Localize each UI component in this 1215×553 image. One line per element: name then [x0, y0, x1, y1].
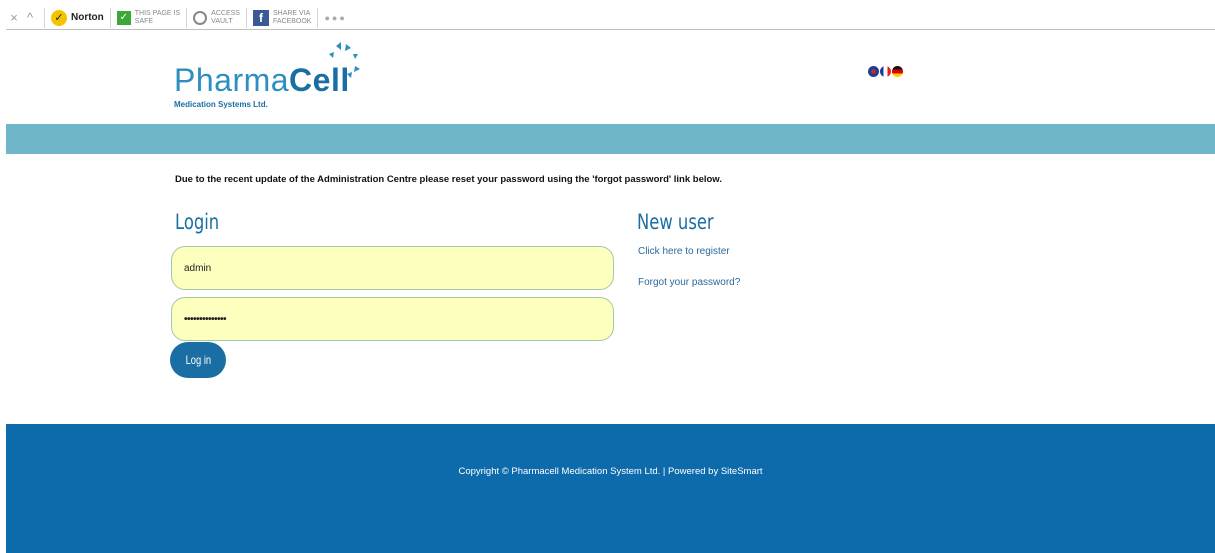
access-vault-button[interactable]: Access vault [193, 10, 240, 26]
login-heading: Login [175, 210, 220, 234]
new-user-heading: New user [637, 210, 714, 234]
username-value: admin [184, 262, 212, 274]
language-selector [868, 66, 903, 77]
toolbar-divider [186, 7, 188, 28]
collapse-toolbar-icon[interactable]: ^ [22, 10, 38, 25]
forgot-password-link[interactable]: Forgot your password? [638, 277, 740, 288]
more-options-icon[interactable]: ●●● [324, 13, 346, 23]
copyright-text: Copyright © Pharmacell Medication System… [458, 466, 763, 477]
toolbar-divider [44, 7, 45, 28]
norton-label: Norton [71, 11, 104, 23]
norton-button[interactable]: ✓ Norton [51, 9, 104, 26]
safe-page-button[interactable]: ✓ This page is safe [116, 9, 181, 26]
login-button-label: Log in [185, 353, 211, 367]
password-reset-notice: Due to the recent update of the Administ… [175, 174, 722, 185]
toolbar-divider [245, 7, 247, 28]
german-flag-icon[interactable] [892, 66, 903, 77]
safe-check-icon: ✓ [116, 10, 131, 25]
register-link[interactable]: Click here to register [638, 246, 730, 257]
uk-flag-icon[interactable] [868, 66, 879, 77]
login-button[interactable]: Log in [170, 342, 226, 378]
safe-page-label: This page is safe [134, 9, 181, 25]
header-band [6, 124, 1215, 154]
page-footer: Copyright © Pharmacell Medication System… [6, 424, 1215, 553]
share-facebook-button[interactable]: f Share via Facebook [252, 9, 312, 26]
french-flag-icon[interactable] [880, 66, 891, 77]
norton-check-icon: ✓ [51, 9, 67, 26]
browser-extension-toolbar: × ^ ✓ Norton ✓ This page is safe Access va… [6, 6, 1215, 30]
logo-triangles-icon [329, 42, 360, 78]
logo-tagline: Medication Systems Ltd. [174, 100, 268, 109]
access-vault-label: Access vault [211, 9, 240, 25]
password-value: •••••••••••••• [184, 313, 227, 325]
toolbar-divider [317, 7, 319, 28]
password-input[interactable]: •••••••••••••• [171, 297, 614, 341]
share-facebook-label: Share via Facebook [272, 9, 312, 25]
pharmacell-logo[interactable]: PharmaCell Medication Systems Ltd. [174, 42, 360, 109]
username-input[interactable]: admin [171, 246, 614, 290]
close-toolbar-icon[interactable]: × [6, 10, 22, 25]
toolbar-divider [109, 7, 111, 28]
facebook-icon: f [252, 9, 269, 26]
vault-icon [193, 10, 208, 25]
